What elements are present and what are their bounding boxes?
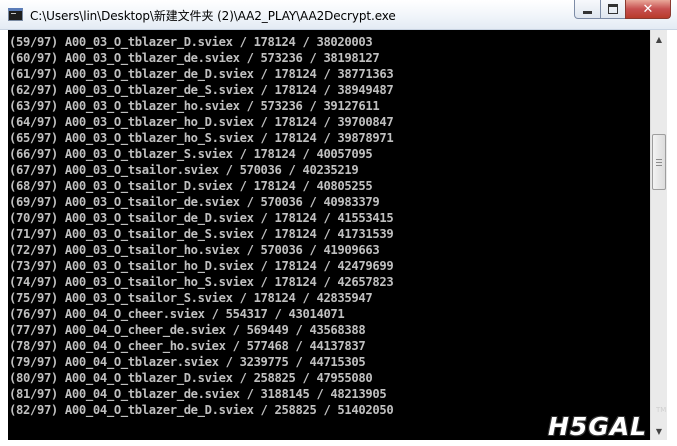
watermark-trademark: TM bbox=[656, 406, 667, 414]
window-controls: ✕ bbox=[574, 0, 671, 21]
console-line: (67/97) A00_03_O_tsailor.sviex / 570036 … bbox=[9, 163, 359, 177]
console-line: (74/97) A00_03_O_tsailor_ho_S.sviex / 17… bbox=[9, 275, 394, 289]
console-line: (79/97) A00_04_O_tblazer.sviex / 3239775… bbox=[9, 355, 366, 369]
minimize-button[interactable] bbox=[574, 0, 601, 19]
console-line: (66/97) A00_03_O_tblazer_S.sviex / 17812… bbox=[9, 147, 373, 161]
title-bar[interactable]: C:\Users\lin\Desktop\新建文件夹 (2)\AA2_PLAY\… bbox=[0, 0, 677, 30]
scroll-thumb[interactable] bbox=[652, 134, 666, 190]
console-line: (82/97) A00_04_O_tblazer_de_D.sviex / 25… bbox=[9, 403, 394, 417]
scroll-up-arrow-icon[interactable]: ▲ bbox=[652, 31, 666, 47]
console-line: (70/97) A00_03_O_tsailor_de_D.sviex / 17… bbox=[9, 211, 394, 225]
console-line: (65/97) A00_03_O_tblazer_ho_S.sviex / 17… bbox=[9, 131, 394, 145]
console-line: (80/97) A00_04_O_tblazer_D.sviex / 25882… bbox=[9, 371, 373, 385]
window-frame-right bbox=[667, 30, 677, 446]
maximize-button[interactable] bbox=[600, 0, 626, 19]
scroll-grip bbox=[656, 159, 662, 160]
console-line: (64/97) A00_03_O_tblazer_ho_D.sviex / 17… bbox=[9, 115, 394, 129]
scroll-grip bbox=[656, 165, 662, 166]
scroll-grip bbox=[656, 162, 662, 163]
console-line: (69/97) A00_03_O_tsailor_de.sviex / 5700… bbox=[9, 195, 380, 209]
close-icon: ✕ bbox=[642, 1, 654, 17]
console-line: (77/97) A00_04_O_cheer_de.sviex / 569449… bbox=[9, 323, 366, 337]
watermark-logo: H5GAL TM bbox=[548, 372, 668, 442]
maximize-icon bbox=[608, 4, 618, 14]
console-line: (81/97) A00_04_O_tblazer_de.sviex / 3188… bbox=[9, 387, 387, 401]
console-line: (60/97) A00_03_O_tblazer_de.sviex / 5732… bbox=[9, 51, 380, 65]
close-button[interactable]: ✕ bbox=[625, 0, 671, 19]
window-title: C:\Users\lin\Desktop\新建文件夹 (2)\AA2_PLAY\… bbox=[30, 9, 396, 23]
console-window: C:\Users\lin\Desktop\新建文件夹 (2)\AA2_PLAY\… bbox=[0, 0, 677, 446]
console-line: (61/97) A00_03_O_tblazer_de_D.sviex / 17… bbox=[9, 67, 394, 81]
console-line: (75/97) A00_03_O_tsailor_S.sviex / 17812… bbox=[9, 291, 373, 305]
console-line: (76/97) A00_04_O_cheer.sviex / 554317 / … bbox=[9, 307, 345, 321]
console-line: (63/97) A00_03_O_tblazer_ho.sviex / 5732… bbox=[9, 99, 380, 113]
console-line: (62/97) A00_03_O_tblazer_de_S.sviex / 17… bbox=[9, 83, 394, 97]
watermark-text: H5GAL bbox=[548, 412, 648, 441]
console-line: (73/97) A00_03_O_tsailor_ho_D.sviex / 17… bbox=[9, 259, 394, 273]
console-app-icon[interactable] bbox=[8, 8, 23, 21]
console-line: (68/97) A00_03_O_tsailor_D.sviex / 17812… bbox=[9, 179, 373, 193]
console-line: (71/97) A00_03_O_tsailor_de_S.sviex / 17… bbox=[9, 227, 394, 241]
console-line: (78/97) A00_04_O_cheer_ho.sviex / 577468… bbox=[9, 339, 366, 353]
minimize-icon bbox=[583, 11, 592, 14]
console-line: (59/97) A00_03_O_tblazer_D.sviex / 17812… bbox=[9, 35, 373, 49]
console-line: (72/97) A00_03_O_tsailor_ho.sviex / 5700… bbox=[9, 243, 380, 257]
